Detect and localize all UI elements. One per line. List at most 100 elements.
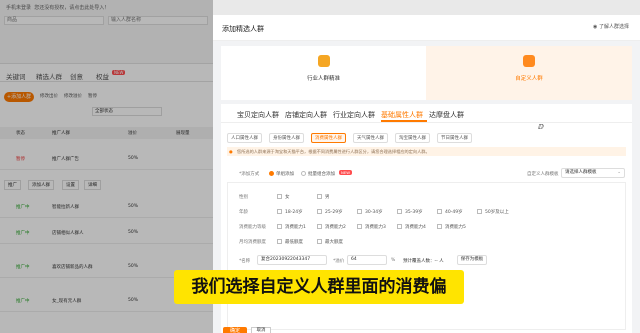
- checkbox-icon: [437, 224, 442, 229]
- spend-checkbox[interactable]: 消费能力1: [277, 224, 306, 230]
- subtab-festival[interactable]: 节日属性人群: [437, 133, 472, 143]
- save-template-button[interactable]: 保存为模板: [457, 255, 487, 265]
- crowd-type-cards: 行业人群精准 自定义人群: [221, 46, 632, 100]
- checkbox-icon: [437, 209, 442, 214]
- orders-opt-label: 最低额度: [285, 240, 303, 245]
- subtab-demographic[interactable]: 人口属性人群: [227, 133, 262, 143]
- name-field-label: *名称: [239, 259, 251, 264]
- tab-dmp-crowd[interactable]: 达摩盘人群: [429, 110, 464, 120]
- notice-text: 您所选的人群来源于淘宝和天猫平台，根据不同消费属性进行人群区分，请您合理选择相应…: [237, 149, 430, 154]
- drawer-title: 添加精选人群: [222, 25, 264, 33]
- template-value: 请选择人群模板: [565, 170, 597, 175]
- age-opt-label: 25-29岁: [325, 210, 343, 215]
- help-link[interactable]: ◉ 了解人群选择: [593, 23, 629, 30]
- card-industry[interactable]: 行业人群精准: [221, 46, 426, 100]
- mode-single-label: 单组添加: [276, 172, 294, 177]
- subtab-taobao[interactable]: 淘宝属性人群: [395, 133, 430, 143]
- gender-female-label: 女: [285, 195, 290, 200]
- cancel-button[interactable]: 取消: [251, 327, 271, 333]
- age-checkbox[interactable]: 40-49岁: [437, 209, 463, 215]
- template-select[interactable]: 请选择人群模板 ⌄: [561, 168, 625, 178]
- mode-label: *添加方式: [239, 172, 260, 177]
- orders-checkbox[interactable]: 最大额度: [317, 239, 343, 245]
- checkbox-icon: [317, 224, 322, 229]
- crowd-name-input[interactable]: 复合20230922043347: [257, 255, 327, 265]
- age-checkbox[interactable]: 30-34岁: [357, 209, 383, 215]
- medal-icon: [317, 55, 330, 67]
- gender-male-label: 男: [325, 195, 330, 200]
- spend-opt-label: 消费能力2: [325, 225, 346, 230]
- spend-opt-label: 消费能力4: [405, 225, 426, 230]
- orders-label: 月均消费额度: [239, 240, 266, 245]
- gender-female-checkbox[interactable]: 女: [277, 194, 290, 200]
- bid-unit: %: [391, 258, 396, 263]
- mode-single-radio[interactable]: 单组添加: [269, 171, 294, 177]
- subtab-consumption[interactable]: 消费属性人群: [311, 133, 346, 143]
- coverage-label: 预计覆盖人数：: [403, 259, 435, 264]
- spend-checkbox[interactable]: 消费能力2: [317, 224, 346, 230]
- checkbox-icon: [277, 239, 282, 244]
- info-icon: ●: [229, 149, 233, 154]
- drawer-header: 添加精选人群 ◉ 了解人群选择: [213, 15, 640, 41]
- checkbox-icon: [277, 194, 282, 199]
- subtab-identity[interactable]: 身份属性人群: [269, 133, 304, 143]
- tab-divider: [221, 122, 632, 123]
- spend-opt-label: 消费能力5: [445, 225, 466, 230]
- card-custom[interactable]: 自定义人群: [426, 46, 632, 100]
- spend-checkbox[interactable]: 消费能力5: [437, 224, 466, 230]
- tab-industry-crowd[interactable]: 行业定向人群: [333, 110, 375, 120]
- subtab-weather[interactable]: 天气属性人群: [353, 133, 388, 143]
- text-cursor-icon: ⅅ: [538, 123, 544, 131]
- spend-opt-label: 消费能力1: [285, 225, 306, 230]
- orders-opt-label: 最大额度: [325, 240, 343, 245]
- chevron-down-icon: ⌄: [617, 170, 621, 175]
- checkbox-icon: [477, 209, 482, 214]
- age-opt-label: 40-49岁: [445, 210, 463, 215]
- spend-checkbox[interactable]: 消费能力3: [357, 224, 386, 230]
- card-industry-label: 行业人群精准: [306, 76, 340, 82]
- checkbox-icon: [397, 209, 402, 214]
- new-badge: NEW: [339, 170, 352, 175]
- radio-off-icon: [301, 171, 306, 176]
- video-caption: 我们选择自定义人群里面的消费偏: [174, 270, 464, 304]
- age-opt-label: 50岁及以上: [485, 210, 509, 215]
- template-label: 自定义人群模板: [527, 172, 559, 177]
- tab-basic-attr-crowd[interactable]: 基础属性人群: [381, 110, 423, 120]
- mode-batch-radio[interactable]: 批量组合添加: [301, 171, 335, 177]
- age-label: 年龄: [239, 210, 248, 215]
- checkbox-icon: [357, 209, 362, 214]
- checkbox-icon: [317, 209, 322, 214]
- help-label: 了解人群选择: [598, 24, 629, 30]
- bid-input[interactable]: 64: [347, 255, 387, 265]
- age-checkbox[interactable]: 25-29岁: [317, 209, 343, 215]
- orders-checkbox[interactable]: 最低额度: [277, 239, 303, 245]
- coverage-value: -- 人: [434, 259, 444, 264]
- age-checkbox[interactable]: 50岁及以上: [477, 209, 509, 215]
- card-custom-label: 自定义人群: [515, 76, 543, 82]
- spend-opt-label: 消费能力3: [365, 225, 386, 230]
- tab-shop-crowd[interactable]: 店铺定向人群: [285, 110, 327, 120]
- age-checkbox[interactable]: 18-24岁: [277, 209, 303, 215]
- checkbox-icon: [277, 224, 282, 229]
- checkbox-icon: [317, 194, 322, 199]
- bid-label: *溢价: [333, 259, 345, 264]
- age-opt-label: 30-34岁: [365, 210, 383, 215]
- gender-label: 性别: [239, 195, 248, 200]
- spend-label: 消费能力等级: [239, 225, 266, 230]
- notice-bar: ● 您所选的人群来源于淘宝和天猫平台，根据不同消费属性进行人群区分，请您合理选择…: [227, 147, 626, 156]
- gender-male-checkbox[interactable]: 男: [317, 194, 330, 200]
- spend-checkbox[interactable]: 消费能力4: [397, 224, 426, 230]
- mode-batch-label: 批量组合添加: [308, 172, 335, 177]
- checkbox-icon: [317, 239, 322, 244]
- checkbox-icon: [357, 224, 362, 229]
- age-checkbox[interactable]: 35-39岁: [397, 209, 423, 215]
- radio-on-icon: [269, 171, 274, 176]
- tab-item-crowd[interactable]: 宝贝定向人群: [237, 110, 279, 120]
- custom-icon: [523, 55, 535, 67]
- age-opt-label: 35-39岁: [405, 210, 423, 215]
- help-icon: ◉: [593, 24, 598, 30]
- age-opt-label: 18-24岁: [285, 210, 303, 215]
- checkbox-icon: [397, 224, 402, 229]
- coverage-estimate: 预计覆盖人数：-- 人: [403, 258, 444, 264]
- confirm-button[interactable]: 确定: [223, 327, 247, 333]
